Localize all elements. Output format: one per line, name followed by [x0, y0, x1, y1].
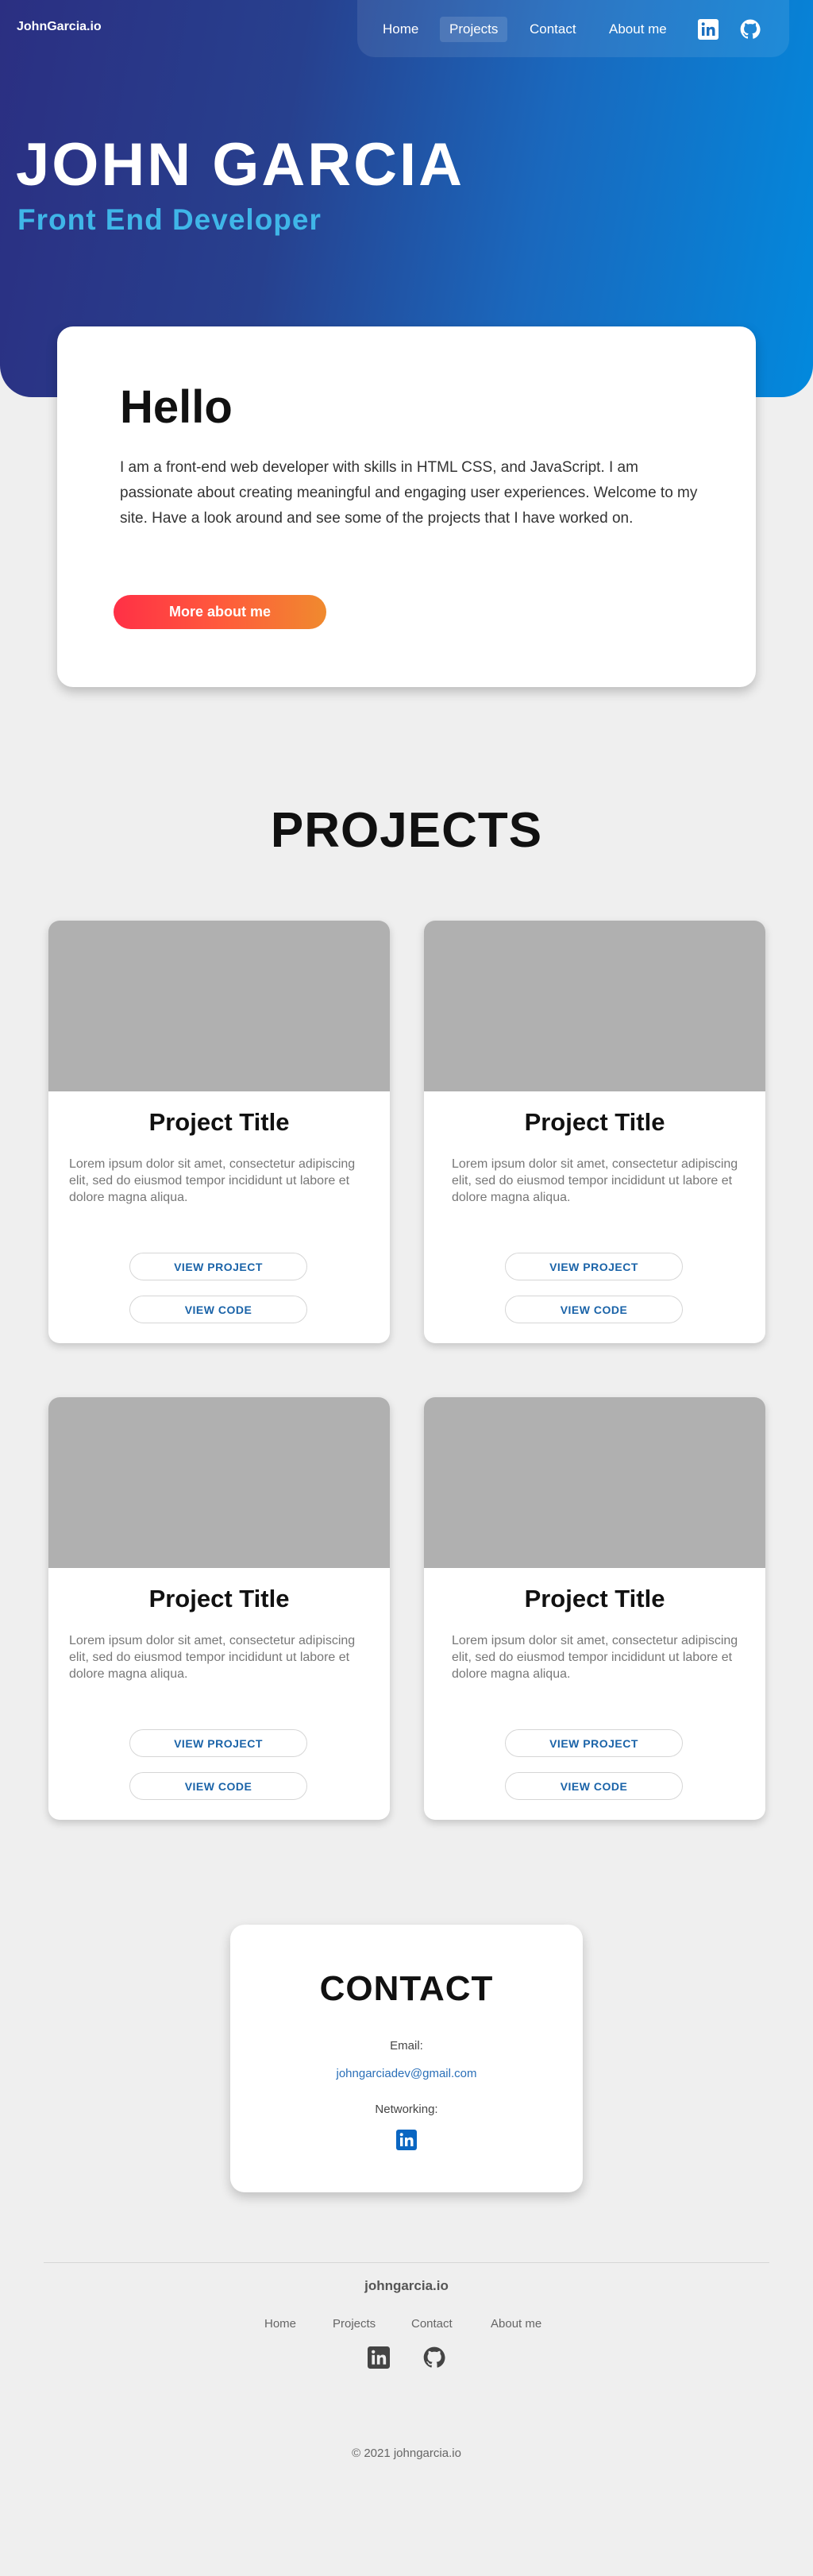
copyright-text: © 2021 johngarcia.io [352, 2447, 461, 2460]
project-card: Project Title Lorem ipsum dolor sit amet… [424, 921, 765, 1343]
more-about-me-button[interactable]: More about me [114, 595, 326, 629]
about-card: Hello I am a front-end web developer wit… [57, 326, 756, 687]
view-code-button[interactable]: VIEW CODE [129, 1772, 307, 1800]
projects-heading: PROJECTS [270, 803, 543, 858]
nav-projects[interactable]: Projects [440, 17, 508, 42]
linkedin-icon[interactable] [368, 2346, 390, 2369]
project-description: Lorem ipsum dolor sit amet, consectetur … [69, 1157, 356, 1204]
nav-about-me[interactable]: About me [609, 21, 667, 37]
project-card: Project Title Lorem ipsum dolor sit amet… [424, 1397, 765, 1820]
view-project-button[interactable]: VIEW PROJECT [505, 1253, 683, 1280]
project-image [48, 1397, 390, 1568]
view-code-button[interactable]: VIEW CODE [129, 1296, 307, 1323]
linkedin-icon[interactable] [396, 2130, 417, 2150]
view-code-button[interactable]: VIEW CODE [505, 1296, 683, 1323]
project-title: Project Title [148, 1108, 290, 1136]
view-project-button[interactable]: VIEW PROJECT [129, 1253, 307, 1280]
footer-brand[interactable]: johngarcia.io [0, 2278, 813, 2294]
project-image [424, 921, 765, 1091]
main-nav: Home Projects Contact About me [357, 0, 789, 57]
footer-nav-contact[interactable]: Contact [411, 2317, 453, 2331]
about-title: Hello [120, 381, 233, 433]
email-label: Email: [390, 2039, 423, 2053]
project-image [424, 1397, 765, 1568]
project-description: Lorem ipsum dolor sit amet, consectetur … [452, 1157, 738, 1204]
project-card: Project Title Lorem ipsum dolor sit amet… [48, 921, 390, 1343]
footer-divider [44, 2262, 769, 2263]
project-title: Project Title [524, 1585, 665, 1612]
project-description: Lorem ipsum dolor sit amet, consectetur … [452, 1634, 738, 1681]
contact-card: CONTACT Email: johngarciadev@gmail.com N… [230, 1925, 583, 2192]
project-description: Lorem ipsum dolor sit amet, consectetur … [69, 1634, 356, 1681]
email-link[interactable]: johngarciadev@gmail.com [230, 2067, 583, 2080]
project-title: Project Title [148, 1585, 290, 1612]
nav-home[interactable]: Home [383, 21, 418, 37]
view-code-button[interactable]: VIEW CODE [505, 1772, 683, 1800]
github-icon[interactable] [740, 19, 761, 40]
nav-contact[interactable]: Contact [530, 21, 576, 37]
hero-name: JOHN GARCIA [16, 131, 465, 199]
about-text: I am a front-end web developer with skil… [120, 459, 698, 527]
github-icon[interactable] [423, 2346, 445, 2369]
view-project-button[interactable]: VIEW PROJECT [129, 1729, 307, 1757]
footer-nav-projects[interactable]: Projects [333, 2317, 376, 2331]
project-image [48, 921, 390, 1091]
footer-nav-home[interactable]: Home [264, 2317, 296, 2331]
project-title: Project Title [524, 1108, 665, 1136]
footer-nav-about-me[interactable]: About me [491, 2317, 541, 2331]
view-project-button[interactable]: VIEW PROJECT [505, 1729, 683, 1757]
contact-heading: CONTACT [319, 1969, 494, 2008]
linkedin-icon[interactable] [698, 19, 719, 40]
networking-label: Networking: [375, 2103, 438, 2116]
hero-role: Front End Developer [17, 203, 322, 236]
brand-logo[interactable]: JohnGarcia.io [17, 20, 102, 34]
project-card: Project Title Lorem ipsum dolor sit amet… [48, 1397, 390, 1820]
